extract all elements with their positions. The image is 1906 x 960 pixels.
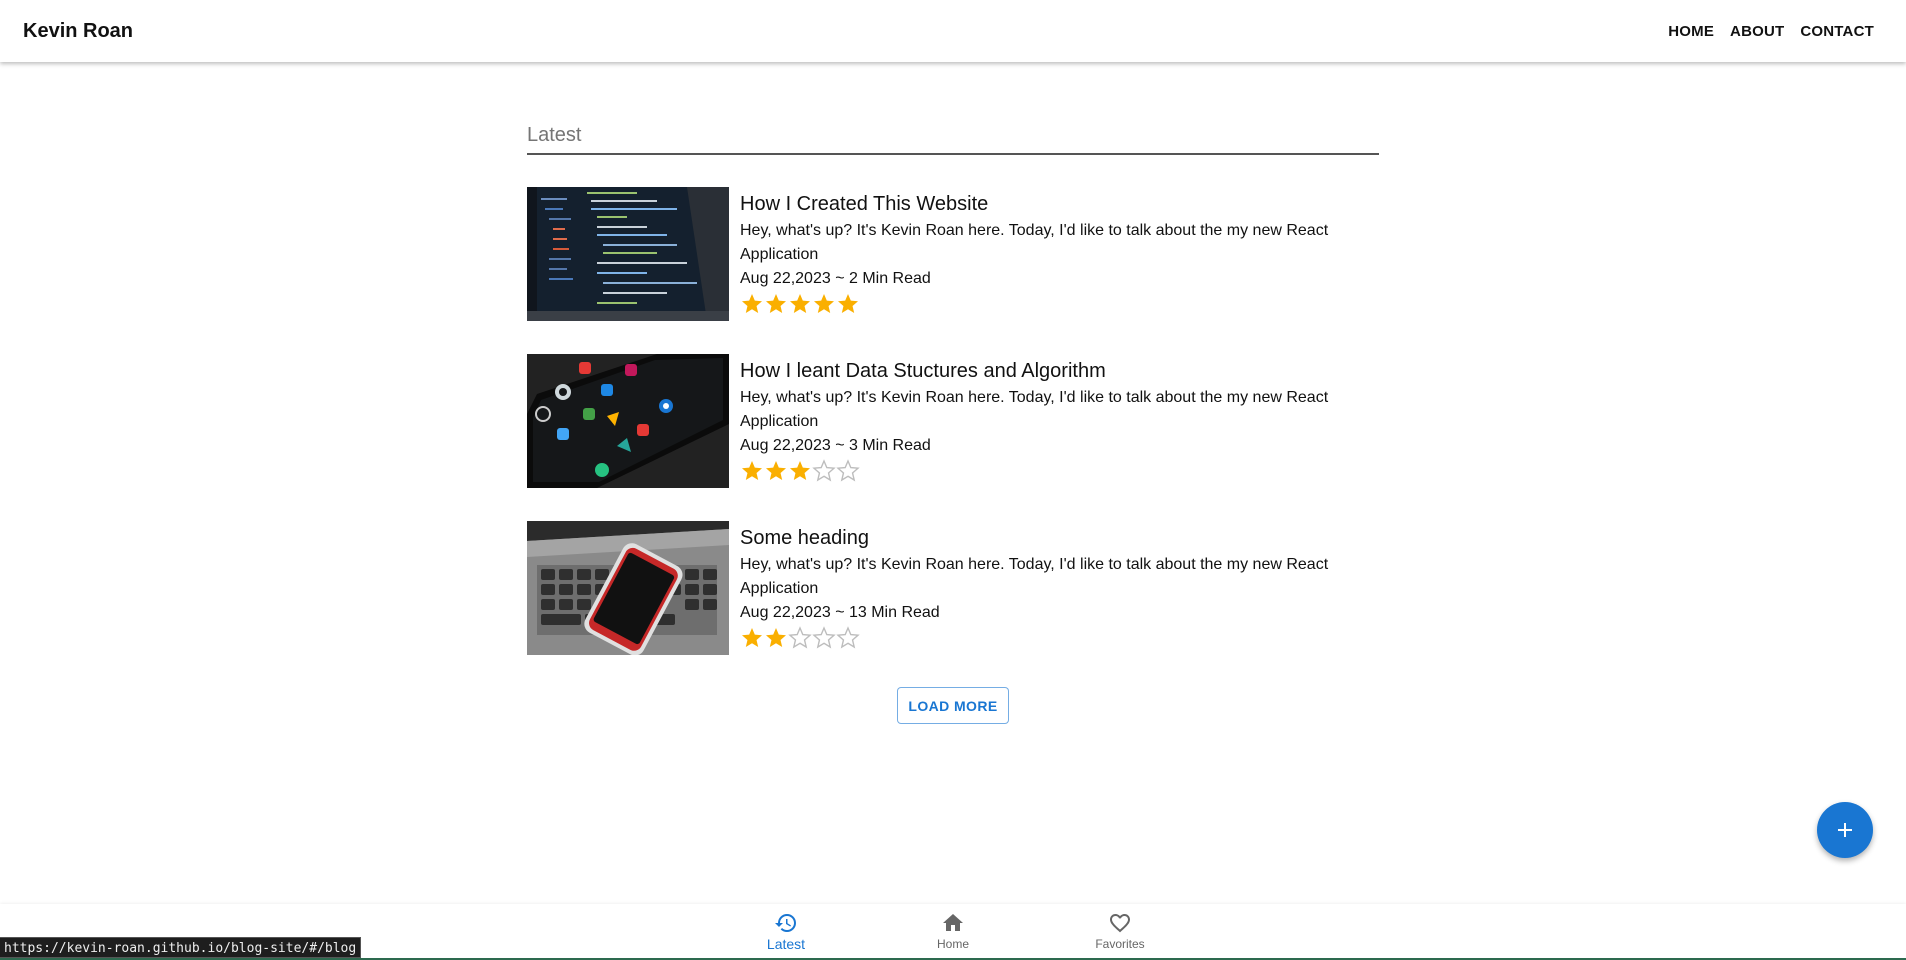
bottom-nav-label: Favorites xyxy=(1095,937,1145,951)
post-title[interactable]: Some heading xyxy=(740,525,1340,551)
load-more-button[interactable]: LOAD MORE xyxy=(897,687,1009,724)
star-filled-icon[interactable] xyxy=(812,292,836,316)
post-card[interactable]: How I leant Data Stuctures and Algorithm… xyxy=(527,354,1379,488)
post-excerpt: Hey, what's up? It's Kevin Roan here. To… xyxy=(740,556,1329,597)
star-empty-icon[interactable] xyxy=(812,459,836,483)
post-body: How I Created This Website Hey, what's u… xyxy=(740,187,1340,321)
bottom-nav-label: Latest xyxy=(766,936,806,952)
post-title[interactable]: How I leant Data Stuctures and Algorithm xyxy=(740,358,1340,384)
history-icon xyxy=(775,914,796,932)
nav-about-link[interactable]: ABOUT xyxy=(1722,15,1792,48)
post-meta: Aug 22,2023 ~ 2 Min Read xyxy=(740,270,931,287)
section-title: Latest xyxy=(527,120,1379,155)
post-thumbnail[interactable] xyxy=(527,354,729,488)
star-filled-icon[interactable] xyxy=(764,459,788,483)
post-card[interactable]: Some heading Hey, what's up? It's Kevin … xyxy=(527,521,1379,655)
post-body: How I leant Data Stuctures and Algorithm… xyxy=(740,354,1340,488)
nav-contact-link[interactable]: CONTACT xyxy=(1792,15,1882,48)
load-more-container: LOAD MORE xyxy=(897,687,1009,724)
post-list: How I Created This Website Hey, what's u… xyxy=(527,187,1379,655)
star-filled-icon[interactable] xyxy=(740,459,764,483)
star-filled-icon[interactable] xyxy=(788,459,812,483)
post-excerpt: Hey, what's up? It's Kevin Roan here. To… xyxy=(740,222,1329,263)
phone-on-laptop-image xyxy=(527,521,729,655)
star-filled-icon[interactable] xyxy=(836,292,860,316)
bottom-nav-latest[interactable]: Latest xyxy=(703,904,870,960)
star-filled-icon[interactable] xyxy=(740,292,764,316)
link-status-bar: https://kevin-roan.github.io/blog-site/#… xyxy=(0,937,362,958)
star-rating[interactable] xyxy=(740,459,1340,483)
star-filled-icon[interactable] xyxy=(764,292,788,316)
brand-title[interactable]: Kevin Roan xyxy=(23,20,133,43)
post-card[interactable]: How I Created This Website Hey, what's u… xyxy=(527,187,1379,321)
star-empty-icon[interactable] xyxy=(836,626,860,650)
star-empty-icon[interactable] xyxy=(836,459,860,483)
bottom-nav-favorites[interactable]: Favorites xyxy=(1037,904,1204,960)
post-meta: Aug 22,2023 ~ 13 Min Read xyxy=(740,604,940,621)
post-body: Some heading Hey, what's up? It's Kevin … xyxy=(740,521,1340,655)
add-post-fab[interactable] xyxy=(1817,802,1873,858)
star-empty-icon[interactable] xyxy=(812,626,836,650)
post-title[interactable]: How I Created This Website xyxy=(740,191,1340,217)
app-bar: Kevin Roan HOME ABOUT CONTACT xyxy=(0,0,1906,62)
star-filled-icon[interactable] xyxy=(764,626,788,650)
home-icon xyxy=(943,914,963,931)
star-empty-icon[interactable] xyxy=(788,626,812,650)
bottom-nav-label: Home xyxy=(936,937,969,951)
phone-apps-image xyxy=(527,354,729,488)
post-thumbnail[interactable] xyxy=(527,521,729,655)
bottom-nav-home[interactable]: Home xyxy=(870,904,1037,960)
star-rating[interactable] xyxy=(740,626,1340,650)
post-excerpt: Hey, what's up? It's Kevin Roan here. To… xyxy=(740,389,1329,430)
star-filled-icon[interactable] xyxy=(740,626,764,650)
star-filled-icon[interactable] xyxy=(788,292,812,316)
top-nav: HOME ABOUT CONTACT xyxy=(1660,15,1882,48)
post-thumbnail[interactable] xyxy=(527,187,729,321)
star-rating[interactable] xyxy=(740,292,1340,316)
main-content: Latest How I Created This Website Hey, w… xyxy=(527,120,1379,688)
plus-icon xyxy=(1838,823,1852,837)
post-meta: Aug 22,2023 ~ 3 Min Read xyxy=(740,437,931,454)
heart-outline-icon xyxy=(1110,914,1130,933)
laptop-code-image xyxy=(527,187,729,321)
nav-home-link[interactable]: HOME xyxy=(1660,15,1722,48)
